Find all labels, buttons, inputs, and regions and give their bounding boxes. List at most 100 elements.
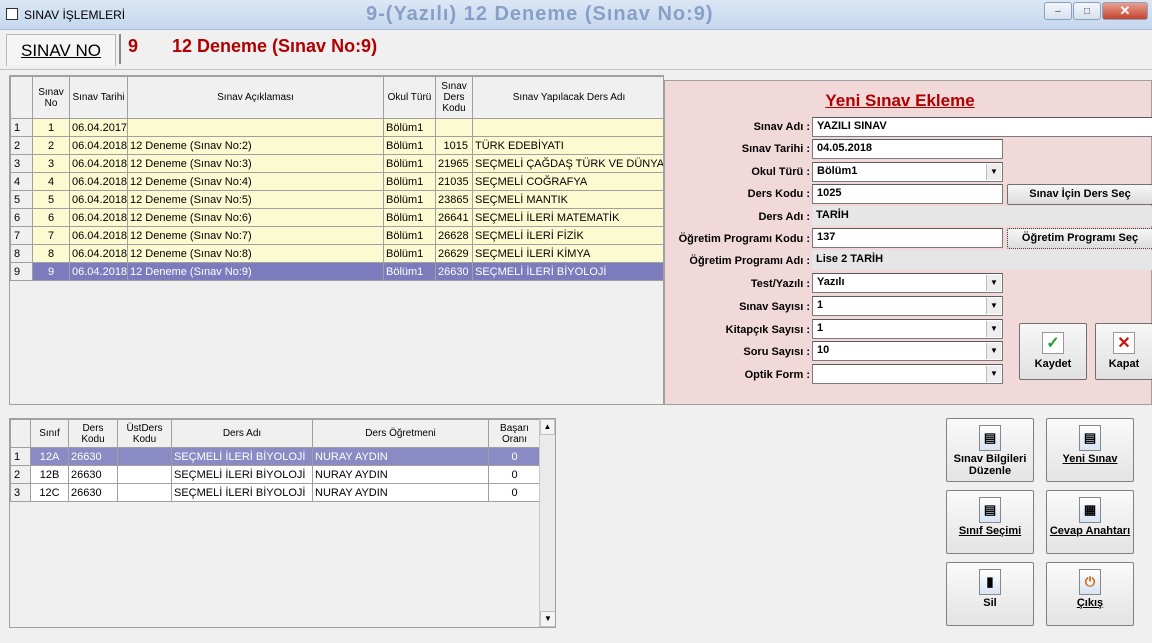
tab-sinav-no[interactable]: SINAV NO	[6, 34, 116, 66]
class-cell[interactable]: 12C	[30, 483, 69, 502]
class-cell[interactable]: 12A	[30, 447, 69, 466]
class-cell[interactable]: 12B	[30, 465, 69, 484]
col-sinav-ders-kodu[interactable]: Sınav Ders Kodu	[435, 76, 473, 119]
exam-code-cell[interactable]: 26630	[435, 262, 473, 281]
col-ders-adi[interactable]: Sınav Yapılacak Ders Adı	[472, 76, 663, 119]
success-rate-cell[interactable]: 0	[488, 483, 541, 502]
minimize-button[interactable]: ‒	[1044, 2, 1072, 20]
col-ust-ders-kodu[interactable]: ÜstDers Kodu	[117, 419, 172, 448]
exam-course-cell[interactable]	[472, 118, 663, 137]
exam-no-cell[interactable]: 4	[32, 172, 70, 191]
delete-button[interactable]: ▮ Sil	[946, 562, 1034, 626]
maximize-button[interactable]: □	[1073, 2, 1101, 20]
course-name-cell[interactable]: SEÇMELİ İLERİ BİYOLOJİ	[171, 465, 313, 484]
exam-code-cell[interactable]: 23865	[435, 190, 473, 209]
exam-no-cell[interactable]: 5	[32, 190, 70, 209]
success-rate-cell[interactable]: 0	[488, 465, 541, 484]
exam-school-cell[interactable]: Bölüm1	[383, 190, 436, 209]
ders-kodu-field[interactable]: 1025	[812, 184, 1003, 204]
exam-no-cell[interactable]: 3	[32, 154, 70, 173]
exam-desc-cell[interactable]: 12 Deneme (Sınav No:9)	[127, 262, 384, 281]
exam-row[interactable]: 2 2 06.04.2018 12 Deneme (Sınav No:2) Bölüm1…	[10, 136, 663, 155]
exam-desc-cell[interactable]: 12 Deneme (Sınav No:8)	[127, 244, 384, 263]
chevron-down-icon[interactable]: ▼	[986, 366, 1001, 382]
exam-row[interactable]: 1 1 06.04.2017 Bölüm1	[10, 118, 663, 137]
row-number[interactable]: 6	[10, 208, 33, 227]
exam-date-cell[interactable]: 06.04.2018	[69, 190, 128, 209]
exam-date-cell[interactable]: 06.04.2018	[69, 262, 128, 281]
exam-course-cell[interactable]: SEÇMELİ İLERİ FİZİK	[472, 226, 663, 245]
exam-row[interactable]: 3 3 06.04.2018 12 Deneme (Sınav No:3) Bölüm1…	[10, 154, 663, 173]
row-number[interactable]: 2	[10, 465, 31, 484]
exam-code-cell[interactable]: 21035	[435, 172, 473, 191]
course-code-cell[interactable]: 26630	[68, 447, 118, 466]
col-ders-kodu[interactable]: Ders Kodu	[68, 419, 118, 448]
save-button[interactable]: ✓ Kaydet	[1019, 323, 1087, 380]
exam-date-cell[interactable]: 06.04.2018	[69, 208, 128, 227]
col-okul-turu[interactable]: Okul Türü	[383, 76, 436, 119]
exam-code-cell[interactable]: 26641	[435, 208, 473, 227]
sinav-sayisi-select[interactable]: 1 ▼	[812, 296, 1003, 316]
exam-school-cell[interactable]: Bölüm1	[383, 226, 436, 245]
exam-row[interactable]: 5 5 06.04.2018 12 Deneme (Sınav No:5) Bölüm1…	[10, 190, 663, 209]
scroll-up-arrow[interactable]: ▲	[540, 419, 555, 435]
exam-no-cell[interactable]: 8	[32, 244, 70, 263]
exam-course-cell[interactable]: SEÇMELİ ÇAĞDAŞ TÜRK VE DÜNYA T	[472, 154, 663, 173]
exam-date-cell[interactable]: 06.04.2017	[69, 118, 128, 137]
soru-sayisi-select[interactable]: 10 ▼	[812, 341, 1003, 361]
course-name-cell[interactable]: SEÇMELİ İLERİ BİYOLOJİ	[171, 447, 313, 466]
exit-button[interactable]: ⏻ Çıkış	[1046, 562, 1134, 626]
exam-desc-cell[interactable]: 12 Deneme (Sınav No:4)	[127, 172, 384, 191]
exam-no-cell[interactable]: 2	[32, 136, 70, 155]
row-number[interactable]: 3	[10, 483, 31, 502]
exam-course-cell[interactable]: SEÇMELİ İLERİ MATEMATİK	[472, 208, 663, 227]
ders-sec-button[interactable]: Sınav İçin Ders Seç	[1007, 184, 1152, 205]
optik-form-select[interactable]: ▼	[812, 364, 1003, 384]
exam-row[interactable]: 6 6 06.04.2018 12 Deneme (Sınav No:6) Bölüm1…	[10, 208, 663, 227]
col-ders-adi[interactable]: Ders Adı	[171, 419, 313, 448]
success-rate-cell[interactable]: 0	[488, 447, 541, 466]
classes-scrollbar[interactable]: ▲ ▼	[539, 419, 555, 627]
exam-date-cell[interactable]: 06.04.2018	[69, 136, 128, 155]
exam-no-cell[interactable]: 7	[32, 226, 70, 245]
exam-course-cell[interactable]: TÜRK EDEBİYATI	[472, 136, 663, 155]
col-sinif[interactable]: Sınıf	[30, 419, 69, 448]
exam-desc-cell[interactable]	[127, 118, 384, 137]
exam-course-cell[interactable]: SEÇMELİ COĞRAFYA	[472, 172, 663, 191]
class-row[interactable]: 1 12A 26630 SEÇMELİ İLERİ BİYOLOJİ NURAY AYD…	[10, 447, 541, 466]
row-number[interactable]: 2	[10, 136, 33, 155]
exam-code-cell[interactable]: 1015	[435, 136, 473, 155]
exam-date-cell[interactable]: 06.04.2018	[69, 226, 128, 245]
class-select-button[interactable]: ▤ Sınıf Seçimi	[946, 490, 1034, 554]
exam-code-cell[interactable]: 26629	[435, 244, 473, 263]
sinav-tarihi-field[interactable]: 04.05.2018	[812, 139, 1003, 159]
exam-row[interactable]: 9 9 06.04.2018 12 Deneme (Sınav No:9) Bölüm1…	[10, 262, 663, 281]
row-number[interactable]: 1	[10, 118, 33, 137]
close-window-button[interactable]: ✕	[1102, 2, 1148, 20]
okul-turu-select[interactable]: Bölüm1 ▼	[812, 162, 1003, 182]
scroll-down-arrow[interactable]: ▼	[540, 611, 555, 627]
col-sinav-tarihi[interactable]: Sınav Tarihi	[69, 76, 128, 119]
exam-date-cell[interactable]: 06.04.2018	[69, 154, 128, 173]
exam-school-cell[interactable]: Bölüm1	[383, 154, 436, 173]
exam-course-cell[interactable]: SEÇMELİ İLERİ KİMYA	[472, 244, 663, 263]
row-number[interactable]: 1	[10, 447, 31, 466]
exam-course-cell[interactable]: SEÇMELİ İLERİ BİYOLOJİ	[472, 262, 663, 281]
exam-school-cell[interactable]: Bölüm1	[383, 172, 436, 191]
col-ders-ogretmeni[interactable]: Ders Öğretmeni	[312, 419, 489, 448]
course-code-cell[interactable]: 26630	[68, 465, 118, 484]
edit-exam-button[interactable]: ▤ Sınav Bilgileri Düzenle	[946, 418, 1034, 482]
teacher-cell[interactable]: NURAY AYDIN	[312, 447, 489, 466]
exam-course-cell[interactable]: SEÇMELİ MANTIK	[472, 190, 663, 209]
program-sec-button[interactable]: Öğretim Programı Seç	[1007, 228, 1152, 249]
parent-code-cell[interactable]	[117, 447, 172, 466]
exam-school-cell[interactable]: Bölüm1	[383, 118, 436, 137]
chevron-down-icon[interactable]: ▼	[986, 275, 1001, 291]
col-sinav-no[interactable]: Sınav No	[32, 76, 70, 119]
new-exam-button[interactable]: ▤ Yeni Sınav	[1046, 418, 1134, 482]
col-sinav-aciklamasi[interactable]: Sınav Açıklaması	[127, 76, 384, 119]
exam-row[interactable]: 4 4 06.04.2018 12 Deneme (Sınav No:4) Bölüm1…	[10, 172, 663, 191]
kitapcik-sayisi-select[interactable]: 1 ▼	[812, 319, 1003, 339]
test-yazili-select[interactable]: Yazılı ▼	[812, 273, 1003, 293]
class-row[interactable]: 3 12C 26630 SEÇMELİ İLERİ BİYOLOJİ NURAY AYD…	[10, 483, 541, 502]
